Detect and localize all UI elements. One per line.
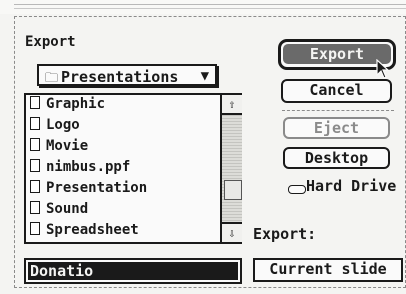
list-item-label: Sound (46, 201, 89, 217)
volume-label: Hard Drive (306, 177, 397, 195)
window-top-border (0, 0, 406, 14)
folder-popup-label: Presentations (61, 68, 179, 86)
document-icon (30, 180, 40, 193)
list-item-spreadsheet[interactable]: Spreadsheet (30, 222, 139, 242)
list-item-label: Movie (46, 138, 89, 154)
export-option-select[interactable]: Current slide (253, 258, 403, 282)
document-icon (30, 159, 40, 172)
list-item-logo[interactable]: Logo (30, 117, 80, 137)
document-icon (30, 96, 40, 109)
dialog-title: Export (25, 34, 76, 50)
list-item-label: Logo (46, 117, 80, 133)
scroll-thumb[interactable] (224, 180, 242, 200)
filename-field[interactable]: Donatio (24, 258, 242, 284)
scroll-up-arrow-icon[interactable]: ⇧ (222, 95, 242, 115)
list-item-label: Spreadsheet (46, 222, 139, 238)
list-item-label: Graphic (46, 96, 106, 112)
desktop-button[interactable]: Desktop (283, 147, 390, 169)
list-item-nimbus[interactable]: nimbus.ppf (30, 159, 130, 179)
export-button-label: Export (283, 44, 391, 64)
scroll-down-arrow-icon[interactable]: ⇩ (222, 222, 242, 242)
cancel-button[interactable]: Cancel (281, 79, 392, 103)
document-icon (30, 201, 40, 214)
export-option-label: Export: (253, 225, 317, 243)
list-item-presentation[interactable]: Presentation (30, 180, 147, 200)
list-item-graphic[interactable]: Graphic (30, 96, 105, 116)
eject-button: Eject (283, 117, 390, 139)
list-item-movie[interactable]: Movie (30, 138, 88, 158)
hard-drive-icon (288, 185, 306, 194)
document-icon (30, 117, 40, 130)
button-separator (282, 110, 394, 111)
top-rule-2 (14, 8, 406, 9)
document-icon (30, 222, 40, 235)
arrow-cursor-icon (376, 59, 390, 79)
file-list[interactable]: Graphic Logo Movie nimbus.ppf Presentati… (24, 93, 242, 244)
document-icon (30, 138, 40, 151)
filename-selected-text: Donatio (28, 262, 238, 280)
file-list-scrollbar[interactable]: ⇧ ⇩ (220, 95, 242, 242)
top-rule (14, 4, 406, 5)
chevron-down-icon: ▼ (200, 68, 209, 84)
list-item-label: Presentation (46, 180, 148, 196)
folder-icon: 🗀 (45, 71, 59, 86)
list-item-label: nimbus.ppf (46, 159, 131, 175)
list-item-sound[interactable]: Sound (30, 201, 88, 221)
folder-popup[interactable]: 🗀 Presentations ▼ (37, 64, 217, 86)
